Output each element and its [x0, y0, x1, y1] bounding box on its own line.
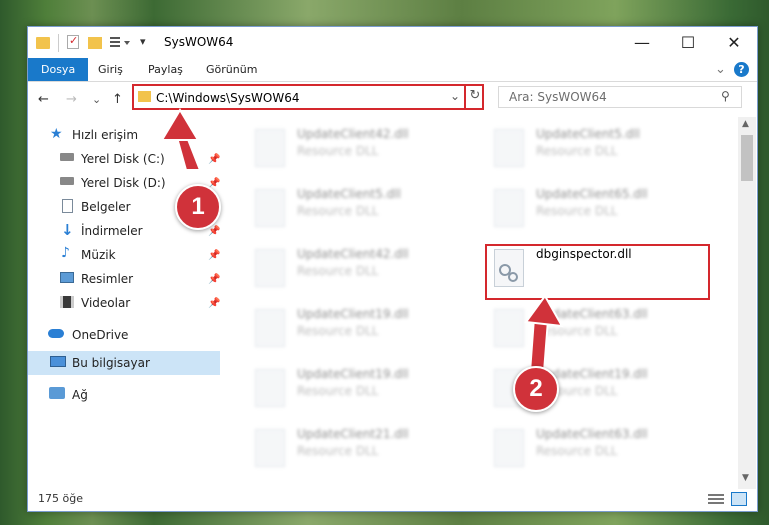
step-1-badge: 1: [175, 184, 221, 230]
arrow-head-step-1: [160, 108, 200, 141]
arrow-step-2: [528, 316, 550, 373]
step-2-badge: 2: [513, 366, 559, 412]
annotation-arrows: [160, 108, 564, 373]
arrow-head-step-2: [524, 294, 564, 328]
